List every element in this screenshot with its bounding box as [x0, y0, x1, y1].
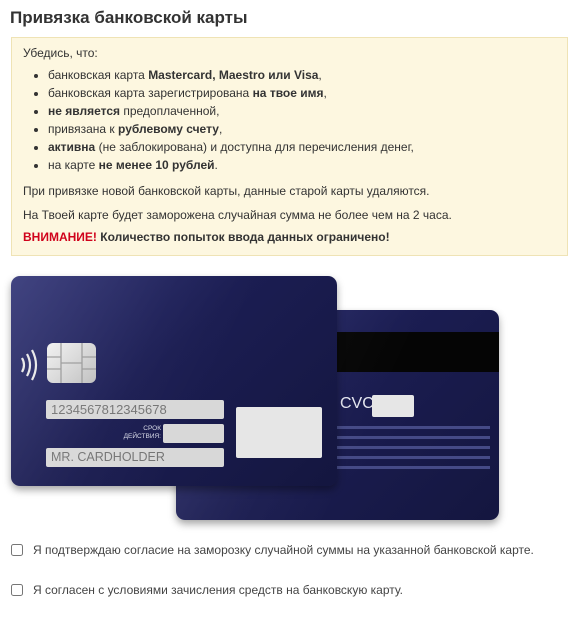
- notice-warning: ВНИМАНИЕ! Количество попыток ввода данны…: [23, 228, 390, 246]
- expiry-label: СРОК ДЕЙСТВИЯ:: [123, 425, 161, 440]
- cvc-label: CVC: [340, 395, 374, 412]
- agreement-freeze-label: Я подтверждаю согласие на заморозку случ…: [33, 543, 534, 557]
- warning-text: Количество попыток ввода данных ограниче…: [96, 230, 390, 244]
- card-logo-area: [236, 407, 322, 458]
- signature-line: [336, 466, 490, 469]
- signature-line: [336, 436, 490, 439]
- cardholder-name-input[interactable]: [46, 448, 224, 467]
- signature-line: [336, 426, 490, 429]
- agreement-freeze-row[interactable]: Я подтверждаю согласие на заморозку случ…: [11, 543, 534, 557]
- warning-label: ВНИМАНИЕ!: [23, 230, 97, 244]
- card-front: СРОКДЕЙСТВИЯ:: [11, 276, 337, 486]
- expiry-input[interactable]: [163, 424, 224, 443]
- notice-paragraph-replace: При привязке новой банковской карты, дан…: [23, 184, 430, 198]
- agreement-terms-label: Я согласен с условиями зачисления средст…: [33, 583, 404, 597]
- requirements-list: банковская карта Mastercard, Maestro или…: [12, 66, 414, 174]
- agreement-terms-row[interactable]: Я согласен с условиями зачисления средст…: [11, 583, 403, 597]
- list-item: на карте не менее 10 рублей.: [48, 156, 414, 174]
- card-number-input[interactable]: [46, 400, 224, 419]
- list-item: банковская карта зарегистрирована на тво…: [48, 84, 414, 102]
- agreement-freeze-checkbox[interactable]: [11, 544, 23, 556]
- page-title: Привязка банковской карты: [10, 8, 248, 27]
- signature-line: [336, 456, 490, 459]
- list-item: привязана к рублевому счету,: [48, 120, 414, 138]
- notice-paragraph-freeze: На Твоей карте будет заморожена случайна…: [23, 208, 452, 222]
- list-item: банковская карта Mastercard, Maestro или…: [48, 66, 414, 84]
- chip-icon: [47, 343, 96, 383]
- signature-line: [336, 446, 490, 449]
- cvc-input[interactable]: [372, 395, 414, 417]
- agreement-terms-checkbox[interactable]: [11, 584, 23, 596]
- notice-box: Убедись, что: банковская карта Mastercar…: [11, 37, 568, 256]
- list-item: не является предоплаченной,: [48, 102, 414, 120]
- notice-intro: Убедись, что:: [23, 46, 98, 60]
- list-item: активна (не заблокирована) и доступна дл…: [48, 138, 414, 156]
- contactless-icon: [21, 349, 38, 381]
